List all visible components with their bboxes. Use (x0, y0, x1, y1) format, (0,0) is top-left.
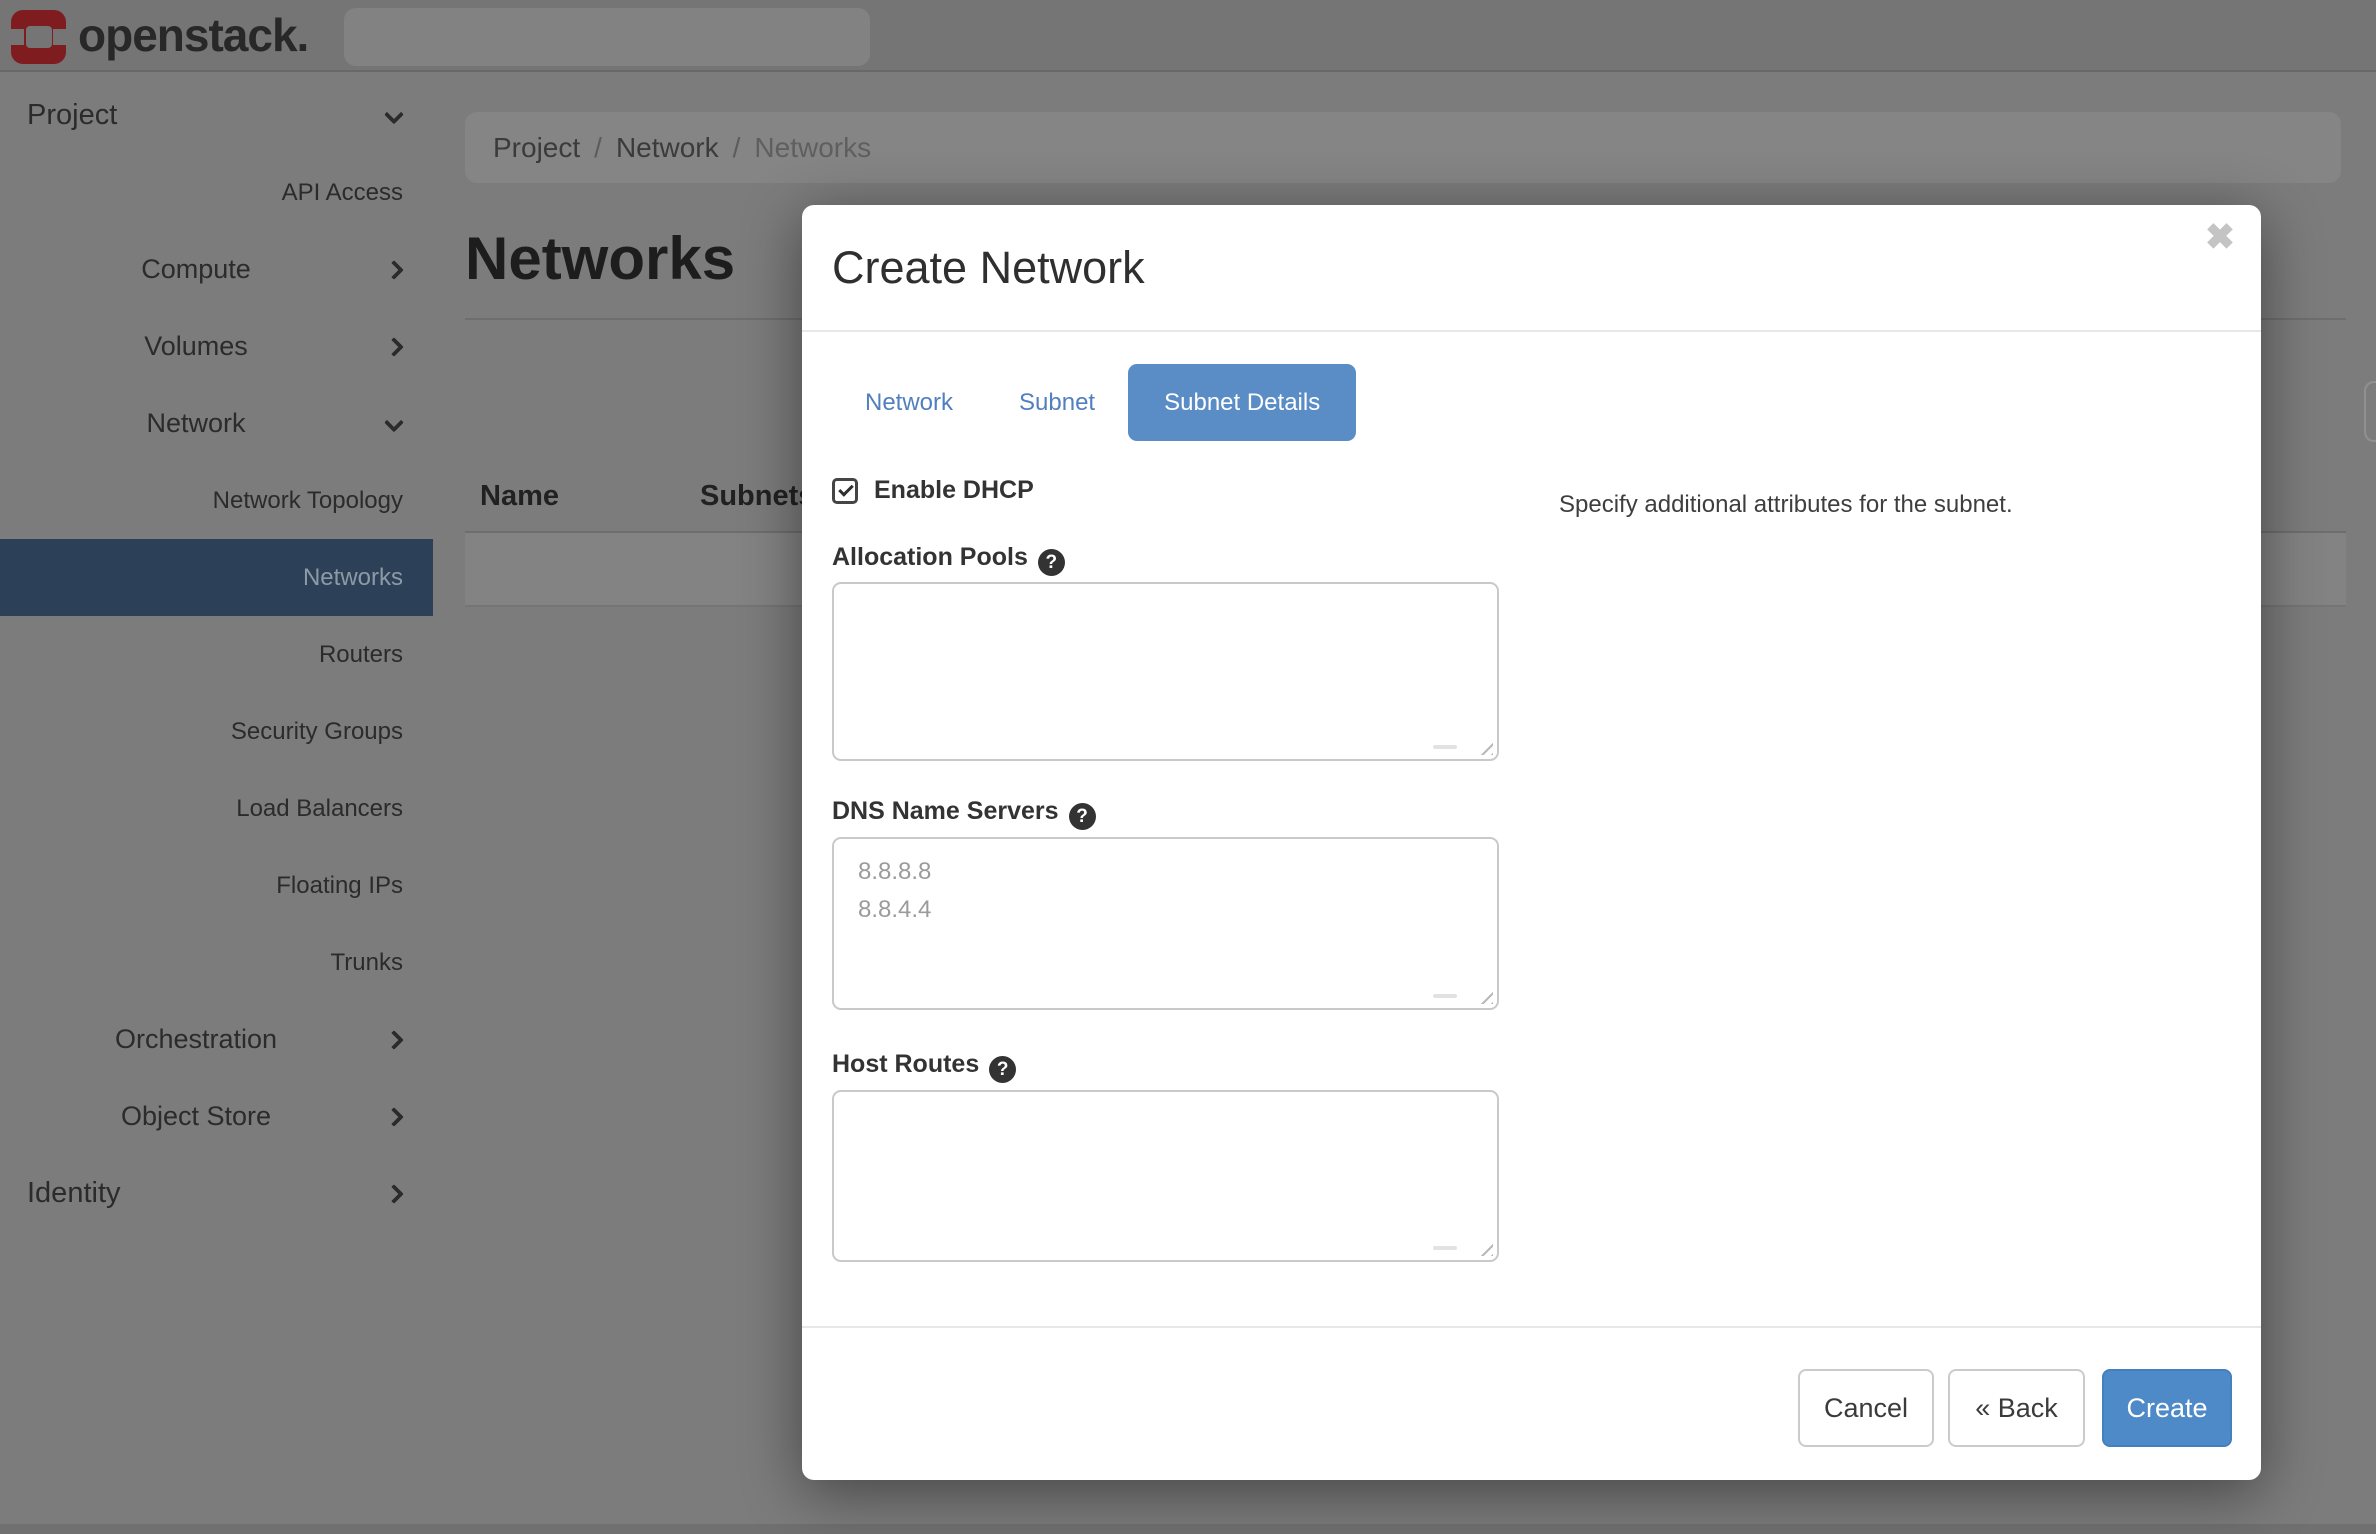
back-button[interactable]: « Back (1948, 1369, 2085, 1447)
sidebar-item-compute[interactable]: Compute (0, 231, 433, 308)
breadcrumb-network[interactable]: Network (616, 132, 719, 163)
dns-name-servers-input[interactable]: 8.8.8.8 8.8.4.4 (832, 837, 1499, 1010)
modal-footer: Cancel « Back Create (802, 1326, 2261, 1480)
sidebar-item-load-balancers[interactable]: Load Balancers (0, 770, 433, 847)
enable-dhcp-label: Enable DHCP (874, 476, 1034, 505)
sidebar-item-networks[interactable]: Networks (0, 539, 433, 616)
help-icon[interactable]: ? (1038, 549, 1065, 576)
breadcrumb-separator: / (733, 132, 741, 163)
page-title: Networks (465, 224, 735, 293)
breadcrumb-project[interactable]: Project (493, 132, 580, 163)
modal-header: Create Network ✖ (802, 205, 2261, 332)
navbar-context-dropdown[interactable] (344, 8, 870, 66)
breadcrumb-current: Networks (754, 132, 871, 163)
modal-tabs: Network Subnet Subnet Details (832, 364, 1356, 441)
checkmark-icon (838, 481, 854, 497)
tab-network[interactable]: Network (832, 364, 986, 441)
window-bottom-edge (0, 1524, 2376, 1534)
openstack-logo-icon (11, 10, 66, 64)
breadcrumb: Project / Network / Networks (465, 112, 2341, 183)
sidebar-item-network-topology[interactable]: Network Topology (0, 462, 433, 539)
logo-slit-right (53, 29, 66, 45)
allocation-pools-label: Allocation Pools? (832, 543, 1065, 576)
sidebar-item-identity[interactable]: Identity (0, 1155, 433, 1232)
sidebar-item-security-groups[interactable]: Security Groups (0, 693, 433, 770)
brand-wordmark: openstack. (78, 0, 308, 72)
table-header-name[interactable]: Name (480, 480, 559, 513)
sidebar-item-orchestration[interactable]: Orchestration (0, 1001, 433, 1078)
filter-input-sliver[interactable] (2364, 381, 2376, 442)
sidebar-item-volumes[interactable]: Volumes (0, 308, 433, 385)
sidebar-nav: Project API Access Compute Volumes Netwo… (0, 74, 433, 1534)
subnet-details-description: Specify additional attributes for the su… (1559, 491, 2013, 519)
help-icon[interactable]: ? (989, 1056, 1016, 1083)
dns-name-servers-field-wrap: 8.8.8.8 8.8.4.4 (832, 837, 1499, 1010)
sidebar-item-project[interactable]: Project (0, 77, 433, 154)
host-routes-input[interactable] (832, 1090, 1499, 1262)
close-icon[interactable]: ✖ (2205, 219, 2235, 255)
top-navbar: openstack. (0, 0, 2376, 72)
sidebar-item-object-store[interactable]: Object Store (0, 1078, 433, 1155)
modal-title: Create Network (832, 205, 1145, 330)
table-header-subnets[interactable]: Subnets (700, 480, 814, 513)
tab-subnet-details[interactable]: Subnet Details (1128, 364, 1356, 441)
sidebar-item-routers[interactable]: Routers (0, 616, 433, 693)
allocation-pools-field-wrap (832, 582, 1499, 761)
breadcrumb-separator: / (594, 132, 602, 163)
host-routes-field-wrap (832, 1090, 1499, 1262)
help-icon[interactable]: ? (1069, 803, 1096, 830)
tab-subnet[interactable]: Subnet (986, 364, 1128, 441)
enable-dhcp-checkbox[interactable] (832, 478, 858, 504)
create-network-modal: Create Network ✖ Network Subnet Subnet D… (802, 205, 2261, 1480)
chevron-right-icon (384, 1184, 404, 1204)
logo-slit-left (11, 29, 24, 45)
chevron-down-icon (384, 104, 404, 124)
sidebar-item-network[interactable]: Network (0, 385, 433, 462)
create-button[interactable]: Create (2102, 1369, 2232, 1447)
logo-center-hole (26, 26, 52, 48)
host-routes-label: Host Routes? (832, 1050, 1016, 1083)
sidebar-item-trunks[interactable]: Trunks (0, 924, 433, 1001)
allocation-pools-input[interactable] (832, 582, 1499, 761)
dns-name-servers-label: DNS Name Servers? (832, 797, 1096, 830)
sidebar-item-api-access[interactable]: API Access (0, 154, 433, 231)
sidebar-item-floating-ips[interactable]: Floating IPs (0, 847, 433, 924)
cancel-button[interactable]: Cancel (1798, 1369, 1934, 1447)
